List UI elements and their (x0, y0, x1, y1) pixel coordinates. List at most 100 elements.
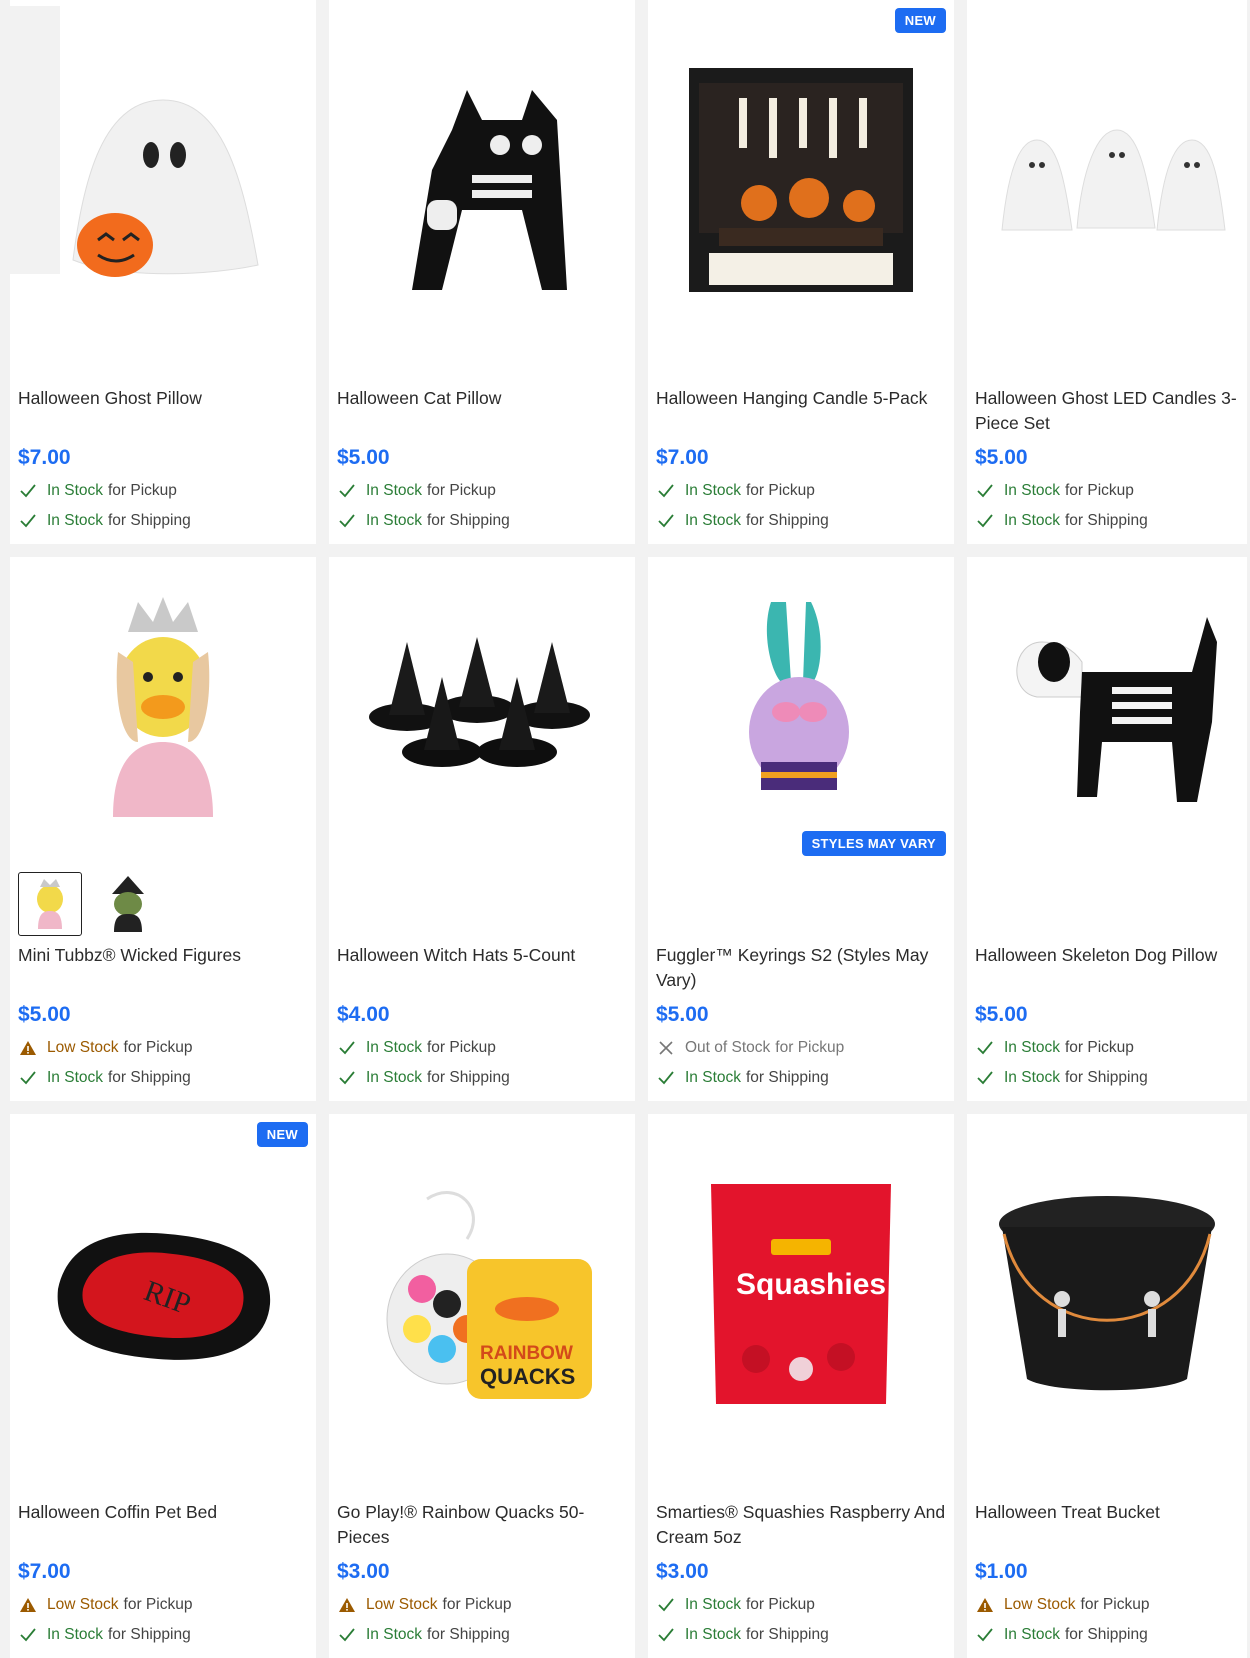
product-card[interactable]: STYLES MAY VARY Fuggler™ Keyrings S2 (St… (648, 557, 954, 1101)
variant-thumb-elphaba[interactable] (96, 872, 160, 936)
rainbow-quacks-image[interactable]: RAINBOW QUACKS (329, 1114, 635, 1474)
pickup-availability: Low Stock for Pickup (18, 1033, 310, 1063)
skeleton-dog-image[interactable] (967, 557, 1247, 857)
shipping-availability: In Stock for Shipping (975, 506, 1241, 536)
pickup-availability: In Stock for Pickup (337, 1033, 629, 1063)
product-price: $7.00 (656, 446, 709, 469)
pickup-availability: In Stock for Pickup (975, 476, 1241, 506)
product-card[interactable]: Halloween Treat Bucket $1.00 Low Stock fo… (967, 1114, 1247, 1658)
pickup-availability: In Stock for Pickup (337, 476, 629, 506)
check-icon (975, 1041, 995, 1055)
product-name[interactable]: Halloween Skeleton Dog Pillow (975, 943, 1241, 993)
product-price: $5.00 (337, 446, 390, 469)
shipping-availability: In Stock for Shipping (656, 506, 948, 536)
product-name[interactable]: Halloween Witch Hats 5-Count (337, 943, 629, 993)
pickup-availability: Low Stock for Pickup (18, 1590, 310, 1620)
coffin-bed-image[interactable]: RIP (10, 1114, 316, 1474)
product-card[interactable]: Mini Tubbz® Wicked Figures $5.00 Low Sto… (10, 557, 316, 1101)
check-icon (18, 484, 38, 498)
product-card[interactable]: RAINBOW QUACKS Go Play!® Rainbow Quacks … (329, 1114, 635, 1658)
variant-thumb-glinda[interactable] (18, 872, 82, 936)
pickup-availability: Low Stock for Pickup (975, 1590, 1241, 1620)
shipping-availability: In Stock for Shipping (337, 1063, 629, 1093)
hanging-candle-image[interactable] (648, 0, 954, 360)
product-card[interactable]: Squashies Smarties® Squashies Raspberry … (648, 1114, 954, 1658)
shipping-availability: In Stock for Shipping (975, 1063, 1241, 1093)
product-name[interactable]: Halloween Treat Bucket (975, 1500, 1241, 1550)
ghost-candles-image[interactable] (967, 0, 1247, 360)
product-price: $7.00 (18, 1560, 71, 1583)
check-icon (656, 1071, 676, 1085)
check-icon (975, 514, 995, 528)
check-icon (656, 1598, 676, 1612)
product-price: $3.00 (337, 1560, 390, 1583)
shipping-availability: In Stock for Shipping (18, 506, 310, 536)
product-card[interactable]: Halloween Ghost Pillow $7.00 In Stock for… (10, 0, 316, 544)
pickup-availability: In Stock for Pickup (975, 1033, 1241, 1063)
tubbz-duck-image[interactable] (10, 557, 316, 857)
warning-icon (337, 1597, 357, 1613)
shipping-availability: In Stock for Shipping (656, 1620, 948, 1650)
product-card[interactable]: NEW Halloween Hanging Candle 5-Pack $7.0… (648, 0, 954, 544)
fuggler-keyring-image[interactable] (648, 557, 954, 857)
product-name[interactable]: Halloween Ghost LED Candles 3-Piece Set (975, 386, 1241, 436)
product-name[interactable]: Fuggler™ Keyrings S2 (Styles May Vary) (656, 943, 948, 993)
shipping-availability: In Stock for Shipping (18, 1063, 310, 1093)
close-icon (656, 1041, 676, 1055)
check-icon (337, 1071, 357, 1085)
svg-text:RAINBOW: RAINBOW (480, 1343, 573, 1364)
product-price: $5.00 (656, 1003, 709, 1026)
product-price: $5.00 (975, 446, 1028, 469)
shipping-availability: In Stock for Shipping (337, 1620, 629, 1650)
witch-hats-image[interactable] (329, 557, 635, 857)
variant-thumbnails (18, 872, 160, 936)
pickup-availability: In Stock for Pickup (656, 476, 948, 506)
product-name[interactable]: Halloween Cat Pillow (337, 386, 629, 436)
product-price: $3.00 (656, 1560, 709, 1583)
check-icon (656, 1628, 676, 1642)
product-price: $5.00 (975, 1003, 1028, 1026)
product-price: $4.00 (337, 1003, 390, 1026)
pickup-availability: In Stock for Pickup (656, 1590, 948, 1620)
check-icon (18, 1071, 38, 1085)
product-name[interactable]: Mini Tubbz® Wicked Figures (18, 943, 310, 993)
warning-icon (18, 1040, 38, 1056)
check-icon (656, 484, 676, 498)
shipping-availability: In Stock for Shipping (975, 1620, 1241, 1650)
svg-text:QUACKS: QUACKS (480, 1364, 575, 1389)
styles-may-vary-badge: STYLES MAY VARY (801, 831, 946, 856)
cat-pillow-image[interactable] (329, 0, 635, 360)
check-icon (337, 514, 357, 528)
check-icon (975, 1628, 995, 1642)
ghost-pillow-image[interactable] (10, 0, 316, 360)
product-card[interactable]: Halloween Cat Pillow $5.00 In Stock for P… (329, 0, 635, 544)
product-card[interactable]: Halloween Skeleton Dog Pillow $5.00 In S… (967, 557, 1247, 1101)
product-name[interactable]: Halloween Ghost Pillow (18, 386, 310, 436)
check-icon (337, 1628, 357, 1642)
product-grid: Halloween Ghost Pillow $7.00 In Stock for… (10, 0, 1247, 1658)
check-icon (18, 1628, 38, 1642)
product-card[interactable]: Halloween Ghost LED Candles 3-Piece Set … (967, 0, 1247, 544)
treat-bucket-image[interactable] (967, 1114, 1247, 1474)
product-price: $5.00 (18, 1003, 71, 1026)
shipping-availability: In Stock for Shipping (656, 1063, 948, 1093)
product-name[interactable]: Smarties® Squashies Raspberry And Cream … (656, 1500, 948, 1550)
shipping-availability: In Stock for Shipping (18, 1620, 310, 1650)
product-name[interactable]: Halloween Hanging Candle 5-Pack (656, 386, 948, 436)
product-name[interactable]: Halloween Coffin Pet Bed (18, 1500, 310, 1550)
check-icon (975, 1071, 995, 1085)
check-icon (337, 484, 357, 498)
product-price: $1.00 (975, 1560, 1028, 1583)
check-icon (18, 514, 38, 528)
warning-icon (975, 1597, 995, 1613)
squashies-image[interactable]: Squashies (648, 1114, 954, 1474)
check-icon (337, 1041, 357, 1055)
product-name[interactable]: Go Play!® Rainbow Quacks 50-Pieces (337, 1500, 629, 1550)
product-price: $7.00 (18, 446, 71, 469)
product-card[interactable]: NEW RIP Halloween Coffin Pet Bed $7.00 L… (10, 1114, 316, 1658)
svg-text:Squashies: Squashies (736, 1268, 886, 1301)
pickup-availability: Out of Stock for Pickup (656, 1033, 948, 1063)
check-icon (975, 484, 995, 498)
product-card[interactable]: Halloween Witch Hats 5-Count $4.00 In St… (329, 557, 635, 1101)
warning-icon (18, 1597, 38, 1613)
